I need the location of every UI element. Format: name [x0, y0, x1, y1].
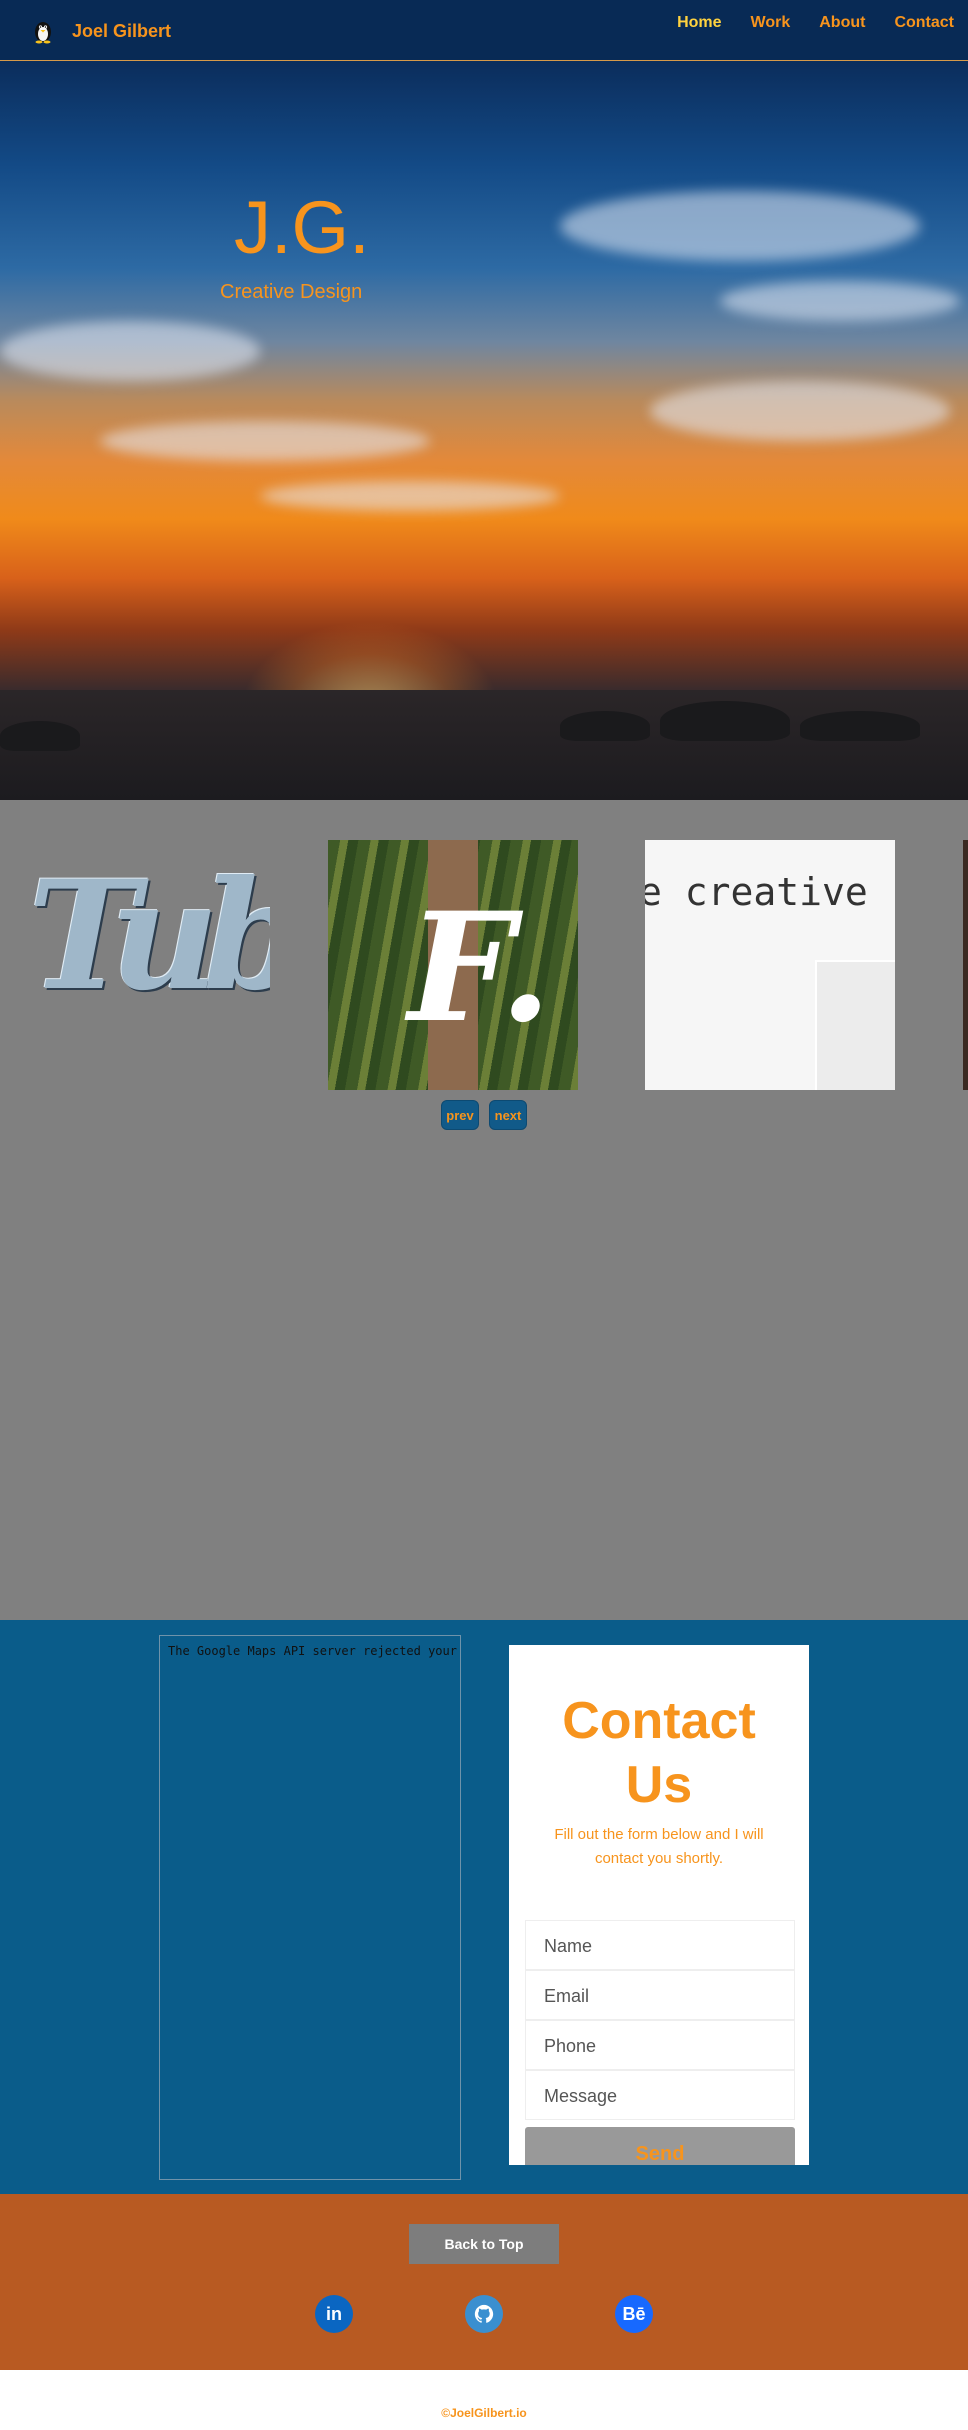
- github-glyph: [474, 2304, 494, 2323]
- slide-vineyard[interactable]: F.: [328, 840, 578, 1090]
- back-to-top-button[interactable]: Back to Top: [409, 2224, 559, 2264]
- hills: [0, 690, 968, 800]
- tuba-logo: Tuba: [28, 848, 270, 1024]
- contact-description: Fill out the form below and I will conta…: [554, 1826, 764, 1867]
- tree: [560, 711, 650, 741]
- nav-links: Home Work About Contact: [648, 14, 954, 32]
- name-field[interactable]: Name: [525, 1920, 795, 1970]
- tree: [0, 721, 80, 751]
- penguin-logo-icon: [30, 18, 56, 44]
- nav-link-about[interactable]: About: [819, 14, 865, 32]
- email-field[interactable]: Email: [525, 1970, 795, 2020]
- linkedin-icon[interactable]: in: [315, 2295, 353, 2333]
- tree: [800, 711, 920, 741]
- map-embed[interactable]: The Google Maps API server rejected your…: [159, 1635, 461, 2180]
- next-button[interactable]: next: [489, 1100, 527, 1130]
- cloud: [720, 281, 960, 321]
- work-carousel: Tuba F. e creative prev next: [0, 800, 968, 1620]
- phone-field[interactable]: Phone: [525, 2020, 795, 2070]
- cloud: [560, 191, 920, 261]
- behance-icon[interactable]: Bē: [615, 2295, 653, 2333]
- hero-title: J.G.: [234, 186, 370, 269]
- brand-name: Joel Gilbert: [72, 20, 172, 41]
- send-button[interactable]: Send: [525, 2127, 795, 2165]
- cloud: [0, 321, 260, 381]
- paper-mockup: [815, 960, 895, 1090]
- slide-tuba[interactable]: Tuba: [20, 840, 270, 1090]
- carousel-controls: prev next: [441, 1100, 537, 1130]
- hero-banner: J.G. Creative Design: [0, 61, 968, 800]
- contact-title-line2: Us: [625, 1756, 693, 1814]
- contact-section: The Google Maps API server rejected your…: [0, 1620, 968, 2194]
- cloud: [650, 381, 950, 441]
- nav-link-contact[interactable]: Contact: [894, 14, 954, 32]
- contact-title: Contact Us: [509, 1689, 809, 1817]
- contact-form: Contact Us Fill out the form below and I…: [509, 1645, 809, 2165]
- brand[interactable]: Joel Gilbert: [30, 18, 171, 44]
- map-error-message: The Google Maps API server rejected your…: [168, 1644, 460, 1658]
- nav-link-work[interactable]: Work: [751, 14, 791, 32]
- navbar: Joel Gilbert Home Work About Contact: [0, 0, 968, 61]
- slide-creative[interactable]: e creative: [645, 840, 895, 1090]
- slide-partial[interactable]: [963, 840, 968, 1090]
- footer: Back to Top in Bē: [0, 2194, 968, 2370]
- message-field[interactable]: Message: [525, 2070, 795, 2120]
- tree: [660, 701, 790, 741]
- contact-title-line1: Contact: [562, 1692, 756, 1750]
- behance-label: Bē: [622, 2303, 646, 2324]
- github-icon[interactable]: [465, 2295, 503, 2333]
- prev-button[interactable]: prev: [441, 1100, 479, 1130]
- bottom-bar: ©JoelGilbert.io: [0, 2370, 968, 2430]
- nav-link-home[interactable]: Home: [677, 14, 721, 32]
- linkedin-label: in: [326, 2303, 342, 2324]
- cloud: [100, 421, 430, 461]
- creative-text: e creative: [645, 870, 868, 914]
- f-logo: F.: [408, 880, 552, 1056]
- hero-subtitle: Creative Design: [220, 281, 363, 303]
- cloud: [260, 481, 560, 511]
- copyright: ©JoelGilbert.io: [441, 2406, 527, 2420]
